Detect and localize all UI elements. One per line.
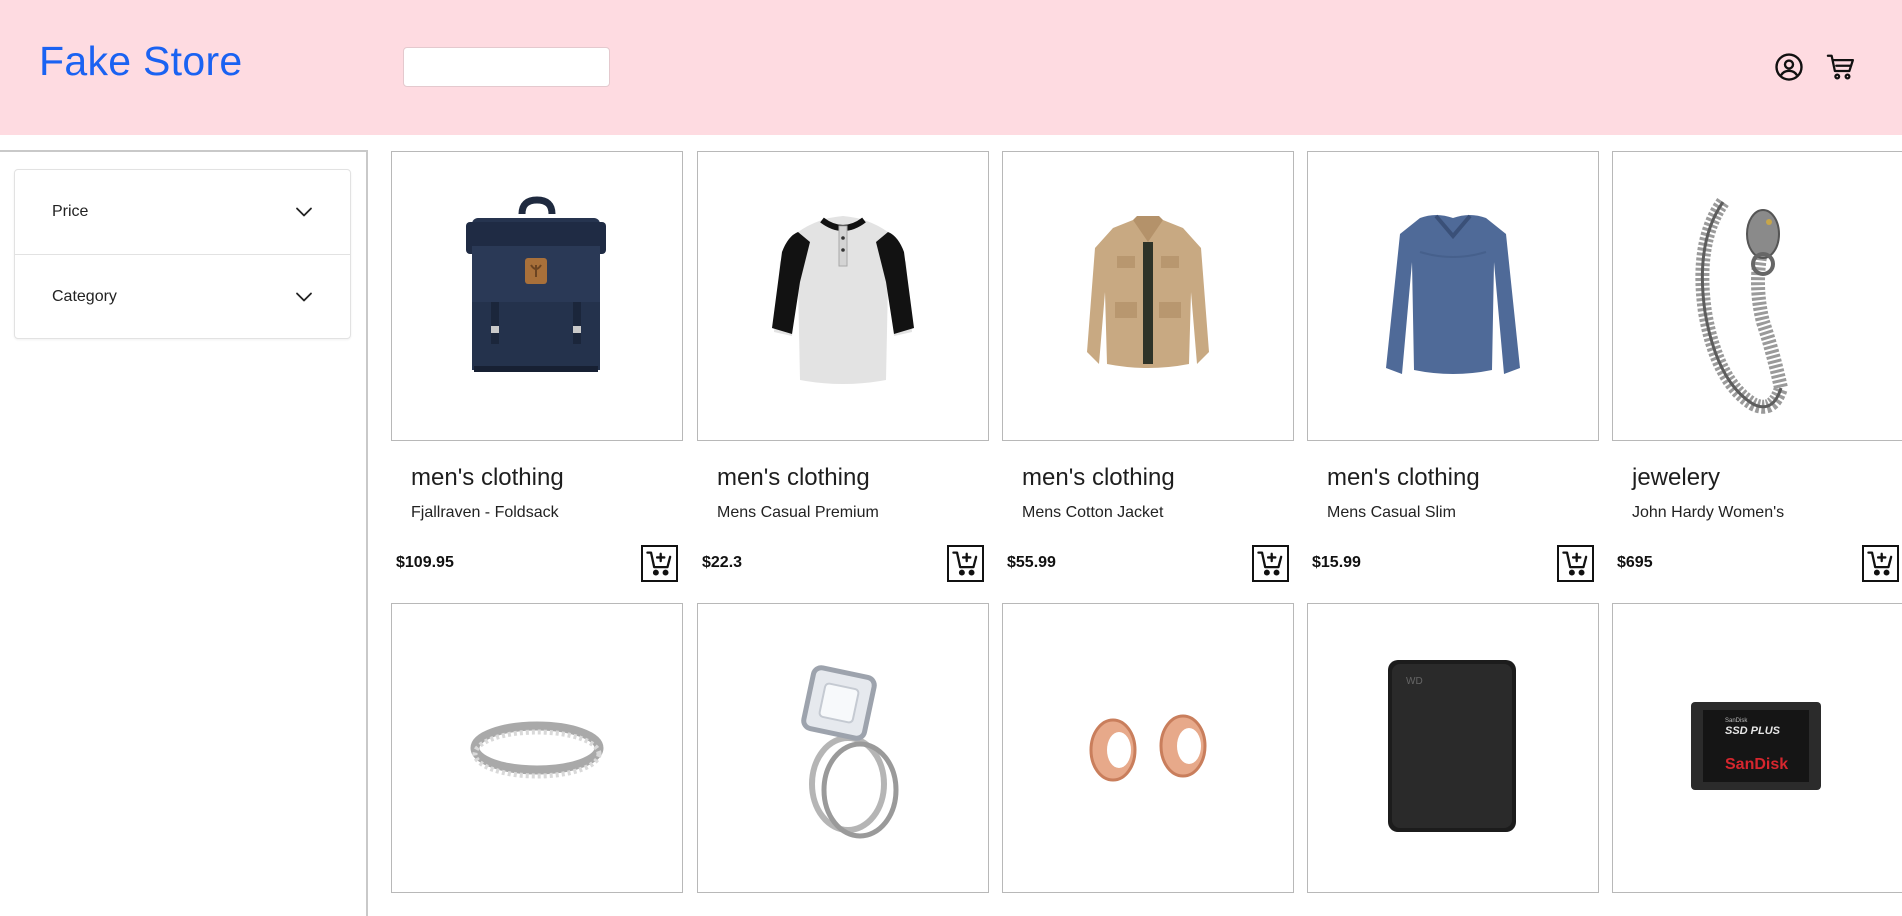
- user-circle-icon: [1775, 53, 1803, 81]
- category-filter[interactable]: Category: [15, 254, 350, 338]
- jacket-image: [1087, 216, 1209, 368]
- search-input[interactable]: [403, 47, 610, 87]
- backpack-image: [466, 196, 606, 372]
- add-to-cart-icon: [1867, 551, 1893, 576]
- svg-text:SanDisk: SanDisk: [1725, 718, 1748, 724]
- account-button[interactable]: [1774, 52, 1804, 82]
- product-price: $695: [1617, 554, 1653, 571]
- add-to-cart-icon: [1257, 551, 1283, 576]
- add-to-cart-button[interactable]: [641, 545, 678, 582]
- add-to-cart-icon: [952, 551, 978, 576]
- product-card[interactable]: men's clothing Mens Cotton Jacket $55.99: [1002, 151, 1294, 582]
- dragon-bracelet-image: [1695, 197, 1789, 414]
- add-to-cart-button[interactable]: [1862, 545, 1899, 582]
- chevron-down-icon: [294, 287, 314, 307]
- external-hard-drive-image: WD: [1388, 660, 1516, 832]
- raglan-tee-image: [772, 216, 914, 384]
- rose-gold-plugs-image: [1089, 714, 1207, 782]
- product-image[interactable]: [1002, 151, 1294, 441]
- add-to-cart-button[interactable]: [1252, 545, 1289, 582]
- cart-button[interactable]: [1826, 52, 1856, 82]
- product-price: $22.3: [702, 554, 743, 571]
- svg-text:SSD PLUS: SSD PLUS: [1725, 725, 1781, 737]
- product-card[interactable]: men's clothing Mens Casual Premium $22.3: [697, 151, 989, 582]
- product-image[interactable]: [1307, 151, 1599, 441]
- svg-text:SanDisk: SanDisk: [1725, 756, 1788, 773]
- product-category: men's clothing: [717, 464, 870, 491]
- add-to-cart-button[interactable]: [1557, 545, 1594, 582]
- diamond-ring-set-image: [801, 665, 899, 839]
- product-category: men's clothing: [1022, 464, 1175, 491]
- price-filter-label: Price: [52, 203, 89, 220]
- sandisk-ssd-image: SanDisk SSD PLUS SanDisk: [1691, 702, 1821, 790]
- product-card[interactable]: WD: [1307, 603, 1599, 893]
- filter-sidebar: Price Category: [0, 150, 368, 916]
- store-logo[interactable]: Fake Store: [39, 38, 243, 85]
- add-to-cart-icon: [1562, 551, 1588, 576]
- product-image[interactable]: [697, 603, 989, 893]
- product-title[interactable]: Mens Casual Premium: [717, 504, 879, 522]
- product-price: $55.99: [1007, 554, 1056, 571]
- product-image[interactable]: WD: [1307, 603, 1599, 893]
- category-filter-label: Category: [52, 287, 117, 305]
- product-category: men's clothing: [411, 464, 564, 491]
- add-to-cart-icon: [646, 551, 672, 576]
- product-card[interactable]: SanDisk SSD PLUS SanDisk: [1612, 603, 1902, 893]
- svg-text:WD: WD: [1406, 676, 1423, 687]
- product-title[interactable]: John Hardy Women's: [1632, 504, 1784, 522]
- product-image[interactable]: [391, 603, 683, 893]
- product-category: men's clothing: [1327, 464, 1480, 491]
- product-card[interactable]: [391, 603, 683, 893]
- product-card[interactable]: [1002, 603, 1294, 893]
- product-image[interactable]: [391, 151, 683, 441]
- product-price: $15.99: [1312, 554, 1361, 571]
- product-image[interactable]: [1612, 151, 1902, 441]
- header: Fake Store: [0, 0, 1902, 135]
- product-title[interactable]: Mens Casual Slim: [1327, 504, 1456, 522]
- product-image[interactable]: [1002, 603, 1294, 893]
- product-category: jewelery: [1632, 464, 1721, 491]
- shopping-cart-icon: [1826, 54, 1854, 80]
- product-title[interactable]: Mens Cotton Jacket: [1022, 504, 1163, 522]
- long-sleeve-shirt-image: [1386, 214, 1520, 374]
- product-card[interactable]: jewelery John Hardy Women's $695: [1612, 151, 1902, 582]
- product-image[interactable]: SanDisk SSD PLUS SanDisk: [1612, 603, 1902, 893]
- product-title[interactable]: Fjallraven - Foldsack: [411, 504, 559, 522]
- product-card[interactable]: men's clothing Fjallraven - Foldsack $10…: [391, 151, 683, 582]
- silver-band-ring-image: [470, 721, 604, 779]
- product-price: $109.95: [396, 554, 454, 571]
- add-to-cart-button[interactable]: [947, 545, 984, 582]
- product-card[interactable]: [697, 603, 989, 893]
- chevron-down-icon: [294, 202, 314, 222]
- product-card[interactable]: men's clothing Mens Casual Slim $15.99: [1307, 151, 1599, 582]
- price-filter[interactable]: Price: [15, 170, 350, 254]
- filter-accordion: Price Category: [14, 169, 351, 339]
- product-image[interactable]: [697, 151, 989, 441]
